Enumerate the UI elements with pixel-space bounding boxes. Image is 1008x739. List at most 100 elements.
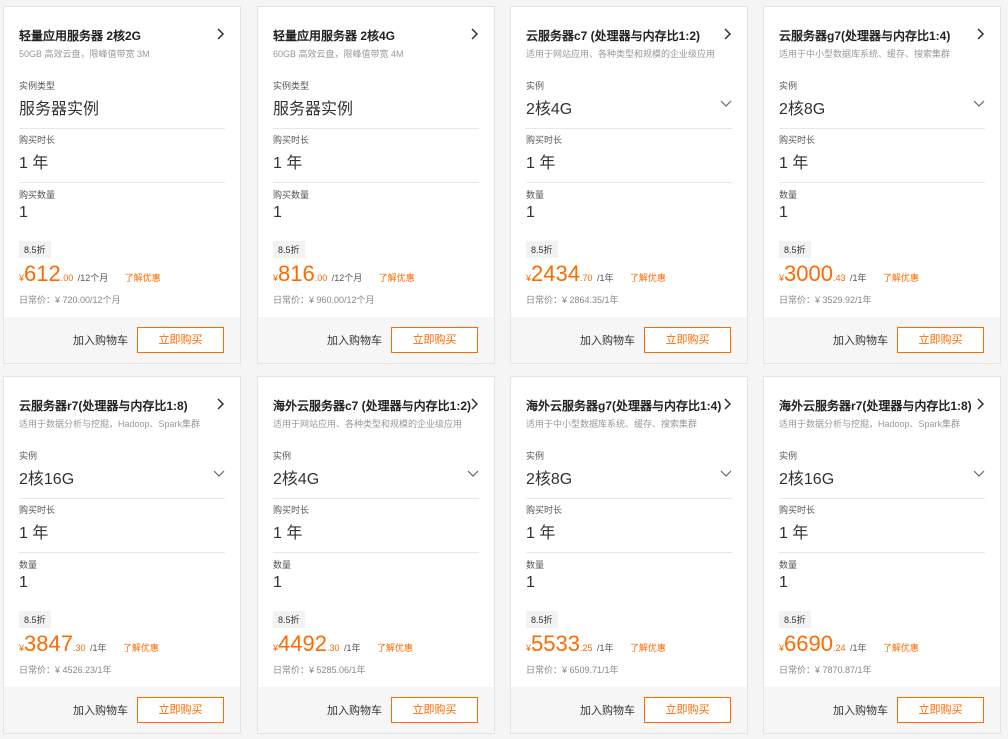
config-field[interactable]: 实例 2核16G bbox=[19, 449, 225, 499]
promo-link[interactable]: 了解优惠 bbox=[125, 273, 161, 283]
product-title[interactable]: 轻量应用服务器 2核4G bbox=[273, 27, 473, 44]
config-field: 购买数量 1 bbox=[19, 188, 225, 238]
config-field[interactable]: 实例 2核16G bbox=[779, 449, 985, 499]
original-price: 日常价：¥ 7870.87/1年 bbox=[779, 665, 872, 675]
promo-link[interactable]: 了解优惠 bbox=[377, 643, 413, 653]
promo-link[interactable]: 了解优惠 bbox=[630, 643, 666, 653]
field-label: 实例 bbox=[273, 451, 292, 461]
config-field[interactable]: 实例 2核4G bbox=[273, 449, 479, 499]
buy-now-button[interactable]: 立即购买 bbox=[897, 327, 984, 353]
field-value[interactable]: 2核8G bbox=[779, 95, 825, 119]
field-label: 实例 bbox=[19, 451, 38, 461]
promo-link[interactable]: 了解优惠 bbox=[883, 643, 919, 653]
product-title[interactable]: 海外云服务器c7 (处理器与内存比1:2) bbox=[273, 397, 473, 414]
add-to-cart-button[interactable]: 加入购物车 bbox=[327, 702, 382, 718]
config-field: 实例类型 服务器实例 bbox=[19, 79, 225, 129]
buy-now-button[interactable]: 立即购买 bbox=[391, 697, 478, 723]
product-card: 轻量应用服务器 2核2G 50GB 高效云盘，限峰值带宽 3M 实例类型 服务器… bbox=[3, 6, 241, 364]
chevron-down-icon[interactable] bbox=[213, 469, 225, 479]
promo-link[interactable]: 了解优惠 bbox=[123, 643, 159, 653]
product-card: 轻量应用服务器 2核4G 60GB 高效云盘，限峰值带宽 4M 实例类型 服务器… bbox=[257, 6, 495, 364]
price: ¥2434.70 /1年 了解优惠 bbox=[526, 261, 666, 286]
config-field[interactable]: 实例 2核8G bbox=[526, 449, 732, 499]
product-title[interactable]: 海外云服务器r7(处理器与内存比1:8) bbox=[779, 397, 979, 414]
config-field: 数量 1 bbox=[19, 558, 225, 608]
product-title[interactable]: 云服务器g7(处理器与内存比1:4) bbox=[779, 27, 979, 44]
price-integer: 6690 bbox=[784, 631, 833, 656]
field-value[interactable]: 2核16G bbox=[779, 465, 834, 489]
chevron-right-icon[interactable] bbox=[721, 27, 733, 41]
chevron-down-icon[interactable] bbox=[467, 469, 479, 479]
add-to-cart-button[interactable]: 加入购物车 bbox=[73, 332, 128, 348]
discount-badge: 8.5折 bbox=[526, 241, 558, 258]
promo-link[interactable]: 了解优惠 bbox=[630, 273, 666, 283]
field-value: 1 bbox=[526, 204, 535, 221]
field-value[interactable]: 2核4G bbox=[526, 95, 572, 119]
config-field: 购买时长 1 年 bbox=[526, 503, 732, 553]
price: ¥612.00 /12个月 了解优惠 bbox=[19, 261, 161, 286]
promo-link[interactable]: 了解优惠 bbox=[379, 273, 415, 283]
config-field: 数量 1 bbox=[273, 558, 479, 608]
price-decimal: .70 bbox=[579, 273, 593, 283]
field-value: 1 年 bbox=[273, 525, 303, 542]
field-value[interactable]: 2核8G bbox=[526, 465, 572, 489]
card-footer: 加入购物车 立即购买 bbox=[764, 687, 1000, 733]
chevron-down-icon[interactable] bbox=[720, 99, 732, 109]
field-value[interactable]: 2核16G bbox=[19, 465, 74, 489]
card-footer: 加入购物车 立即购买 bbox=[511, 687, 747, 733]
price-integer: 612 bbox=[24, 261, 61, 286]
buy-now-button[interactable]: 立即购买 bbox=[644, 697, 731, 723]
price-decimal: .00 bbox=[314, 273, 328, 283]
add-to-cart-button[interactable]: 加入购物车 bbox=[580, 332, 635, 348]
buy-now-button[interactable]: 立即购买 bbox=[391, 327, 478, 353]
chevron-down-icon[interactable] bbox=[720, 469, 732, 479]
add-to-cart-button[interactable]: 加入购物车 bbox=[833, 702, 888, 718]
add-to-cart-button[interactable]: 加入购物车 bbox=[580, 702, 635, 718]
field-label: 数量 bbox=[779, 560, 798, 570]
price-integer: 3847 bbox=[24, 631, 73, 656]
product-description: 适用于数据分析与挖掘，Hadoop、Spark集群 bbox=[19, 419, 201, 429]
field-value[interactable]: 2核4G bbox=[273, 465, 319, 489]
product-title[interactable]: 云服务器r7(处理器与内存比1:8) bbox=[19, 397, 219, 414]
field-value: 1 年 bbox=[779, 525, 809, 542]
chevron-right-icon[interactable] bbox=[721, 397, 733, 411]
add-to-cart-button[interactable]: 加入购物车 bbox=[327, 332, 382, 348]
field-value: 1 年 bbox=[779, 155, 809, 172]
price-decimal: .30 bbox=[326, 643, 340, 653]
add-to-cart-button[interactable]: 加入购物车 bbox=[833, 332, 888, 348]
buy-now-button[interactable]: 立即购买 bbox=[137, 697, 224, 723]
price-period: /1年 bbox=[343, 643, 361, 653]
chevron-right-icon[interactable] bbox=[214, 27, 226, 41]
buy-now-button[interactable]: 立即购买 bbox=[137, 327, 224, 353]
price-integer: 2434 bbox=[531, 261, 580, 286]
product-description: 适用于中小型数据库系统、缓存、搜索集群 bbox=[779, 49, 951, 59]
promo-link[interactable]: 了解优惠 bbox=[883, 273, 919, 283]
price-period: /1年 bbox=[849, 643, 867, 653]
product-title[interactable]: 海外云服务器g7(处理器与内存比1:4) bbox=[526, 397, 726, 414]
config-field[interactable]: 实例 2核4G bbox=[526, 79, 732, 129]
product-card: 云服务器c7 (处理器与内存比1:2) 适用于网站应用、各种类型和规模的企业级应… bbox=[510, 6, 748, 364]
chevron-down-icon[interactable] bbox=[973, 469, 985, 479]
config-field: 购买时长 1 年 bbox=[273, 503, 479, 553]
original-price: 日常价：¥ 5285.06/1年 bbox=[273, 665, 366, 675]
price-decimal: .24 bbox=[832, 643, 846, 653]
chevron-right-icon[interactable] bbox=[974, 397, 986, 411]
chevron-right-icon[interactable] bbox=[974, 27, 986, 41]
chevron-right-icon[interactable] bbox=[468, 397, 480, 411]
product-title[interactable]: 轻量应用服务器 2核2G bbox=[19, 27, 219, 44]
buy-now-button[interactable]: 立即购买 bbox=[897, 697, 984, 723]
config-field: 购买时长 1 年 bbox=[273, 133, 479, 183]
config-field: 购买时长 1 年 bbox=[526, 133, 732, 183]
product-title[interactable]: 云服务器c7 (处理器与内存比1:2) bbox=[526, 27, 726, 44]
chevron-down-icon[interactable] bbox=[973, 99, 985, 109]
buy-now-button[interactable]: 立即购买 bbox=[644, 327, 731, 353]
product-description: 适用于网站应用、各种类型和规模的企业级应用 bbox=[526, 49, 716, 59]
chevron-right-icon[interactable] bbox=[214, 397, 226, 411]
product-description: 适用于网站应用、各种类型和规模的企业级应用 bbox=[273, 419, 463, 429]
add-to-cart-button[interactable]: 加入购物车 bbox=[73, 702, 128, 718]
chevron-right-icon[interactable] bbox=[468, 27, 480, 41]
product-card: 云服务器g7(处理器与内存比1:4) 适用于中小型数据库系统、缓存、搜索集群 实… bbox=[763, 6, 1001, 364]
price: ¥4492.30 /1年 了解优惠 bbox=[273, 631, 413, 656]
price: ¥3000.43 /1年 了解优惠 bbox=[779, 261, 919, 286]
config-field[interactable]: 实例 2核8G bbox=[779, 79, 985, 129]
